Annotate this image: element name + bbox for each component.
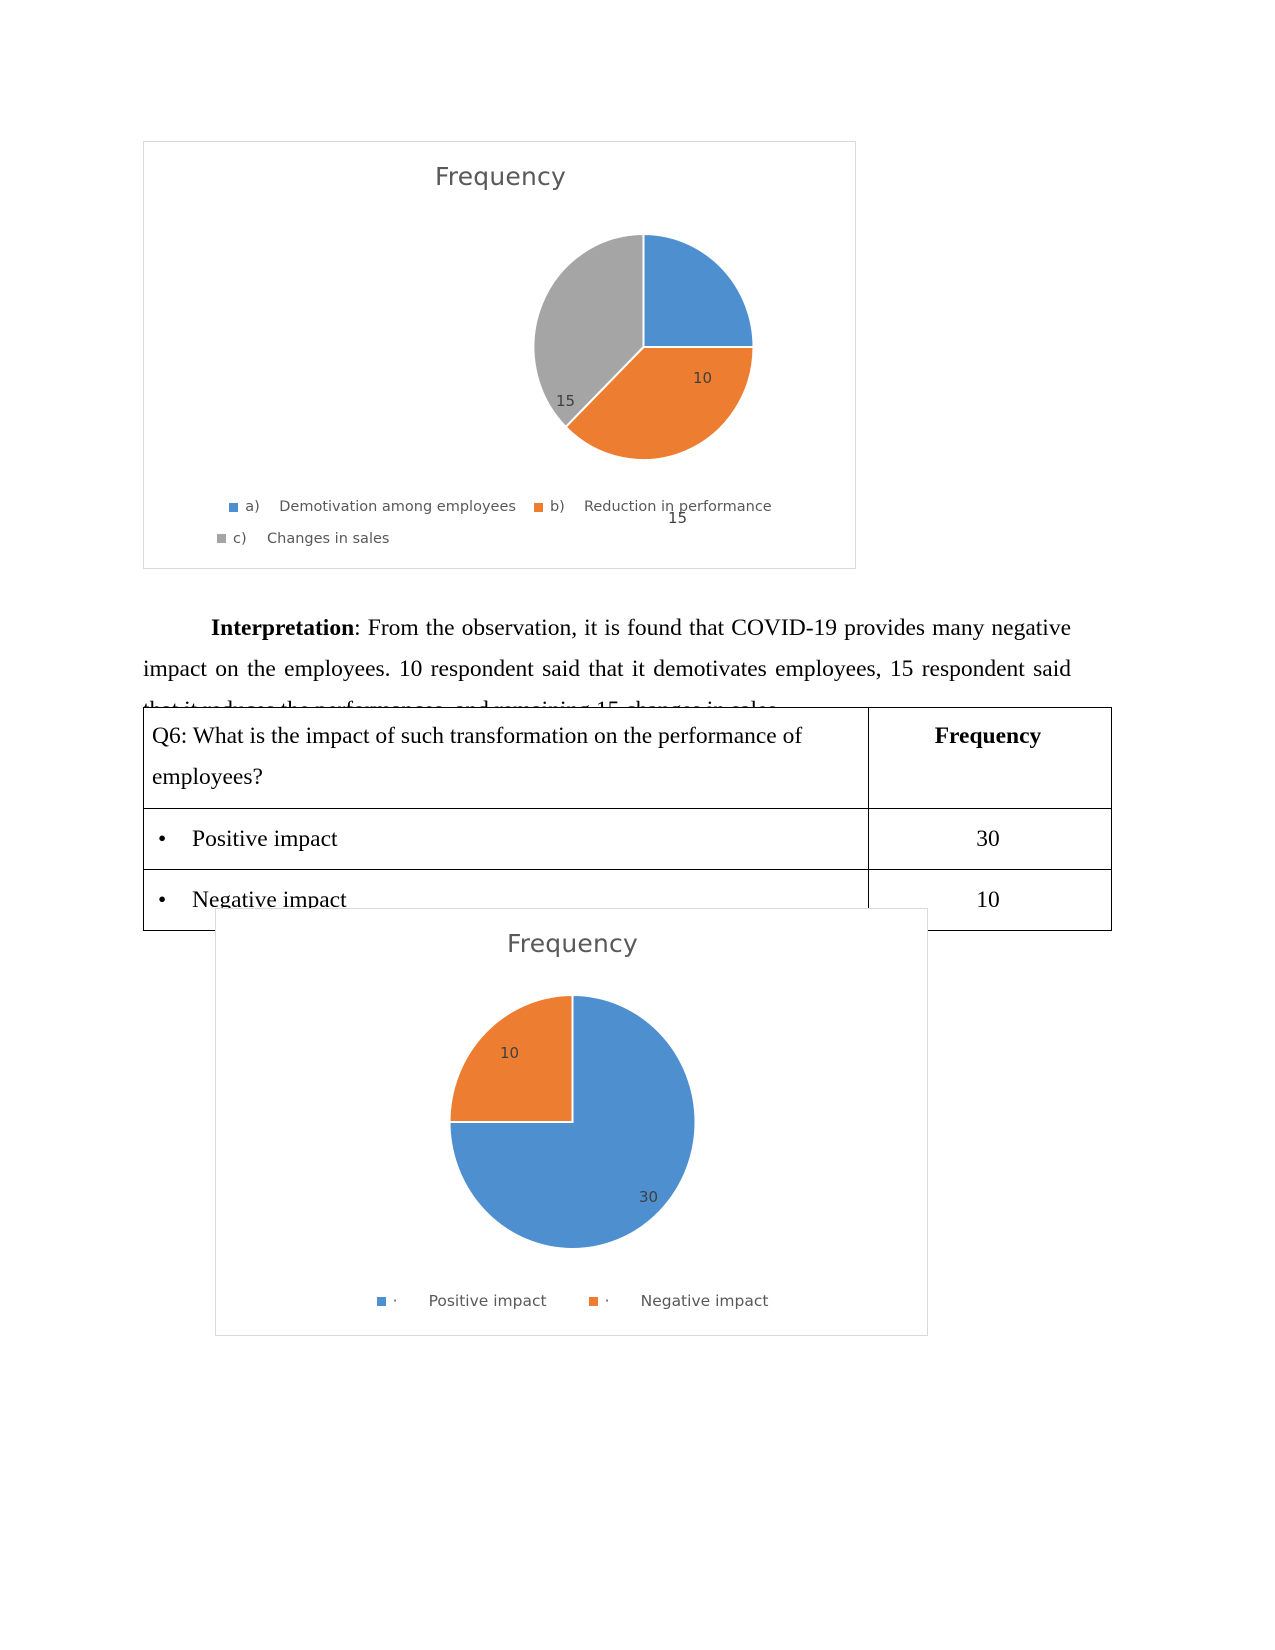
pie2-label-positive: 30: [639, 1188, 659, 1206]
pie-chart-2-svg: [449, 995, 696, 1249]
chart2-legend-item-positive[interactable]: · Positive impact: [376, 1292, 547, 1310]
chart1-legend-item-a[interactable]: a) Demotivation among employees: [229, 500, 516, 515]
legend-swatch-icon-negative: [588, 1297, 598, 1307]
chart2-legend-row: · Positive impact · Negative impact: [216, 1292, 929, 1310]
table-cell-question: Q6: What is the impact of such transform…: [143, 707, 869, 809]
table-row-header: Q6: What is the impact of such transform…: [143, 707, 1112, 809]
chart1-legend-row-2: c) Changes in sales: [144, 530, 857, 547]
chart1-legend-key-c: c): [233, 530, 247, 547]
pie2-label-negative: 10: [500, 1044, 520, 1062]
chart-card-frequency-q6: Frequency 10 30 · Positive impact · Nega…: [215, 908, 928, 1336]
chart-card-frequency-q5: Frequency 10 15 15 a) Demotivation among…: [143, 141, 856, 569]
chart1-legend: a) Demotivation among employees b) Reduc…: [144, 500, 857, 546]
chart1-legend-item-c[interactable]: c) Changes in sales: [217, 530, 390, 547]
chart1-title: Frequency: [435, 162, 566, 191]
interpretation-label: Interpretation: [211, 614, 355, 641]
table-row: • Positive impact 30: [143, 808, 1112, 870]
legend-swatch-icon-a: [229, 502, 239, 512]
legend-swatch-icon-c: [217, 534, 226, 544]
chart1-legend-label-b: Reduction in performance: [583, 499, 772, 515]
pie1-label-c: 15: [556, 392, 576, 410]
chart1-legend-item-b[interactable]: b) Reduction in performance: [533, 499, 772, 515]
bullet-icon: •: [158, 886, 167, 913]
chart2-legend-key-negative: ·: [604, 1292, 610, 1310]
chart2-legend-item-negative[interactable]: · Negative impact: [588, 1292, 769, 1310]
chart2-legend: · Positive impact · Negative impact: [216, 1292, 929, 1310]
table-option-label-positive: Positive impact: [192, 825, 338, 852]
chart1-legend-row-1: a) Demotivation among employees b) Reduc…: [144, 500, 857, 515]
chart1-legend-key-a: a): [245, 499, 260, 515]
pie-slice-a: [642, 234, 754, 348]
chart2-legend-label-positive: Positive impact: [428, 1292, 547, 1310]
question-frequency-table: Q6: What is the impact of such transform…: [143, 707, 1112, 931]
chart1-legend-label-a: Demotivation among employees: [279, 499, 516, 515]
chart1-legend-label-c: Changes in sales: [267, 530, 390, 547]
pie1-label-a: 10: [693, 369, 713, 387]
legend-swatch-icon-b: [533, 502, 543, 512]
chart1-pie: 10 15 15: [533, 234, 754, 527]
chart1-legend-key-b: b): [549, 499, 565, 515]
chart2-legend-label-negative: Negative impact: [640, 1292, 769, 1310]
legend-swatch-icon-positive: [376, 1297, 386, 1307]
chart2-pie: 10 30: [449, 995, 696, 1249]
chart2-title: Frequency: [507, 929, 638, 958]
bullet-icon: •: [158, 825, 167, 852]
pie-chart-1-svg: [533, 234, 754, 460]
table-cell-value-positive: 30: [868, 808, 1112, 870]
chart2-legend-key-positive: ·: [392, 1292, 398, 1310]
table-cell-option-positive: • Positive impact: [143, 808, 869, 870]
table-cell-frequency-header: Frequency: [868, 707, 1112, 809]
